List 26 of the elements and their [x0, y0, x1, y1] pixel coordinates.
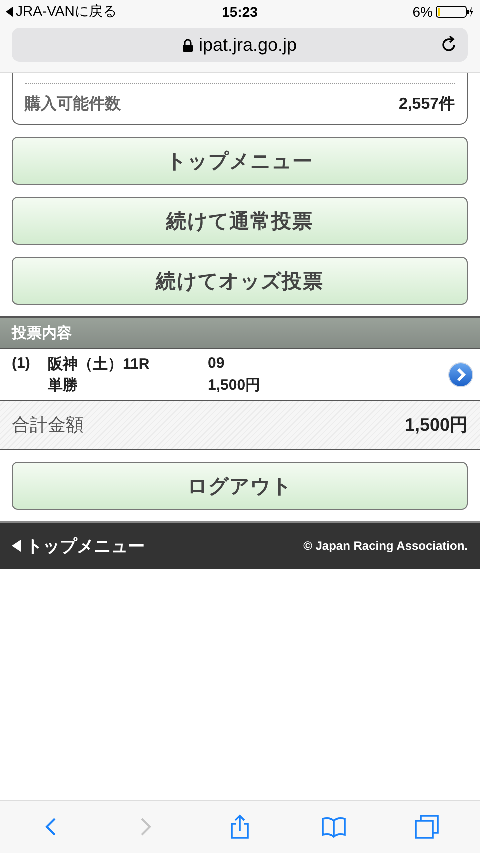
bet-amount: 1,500円: [208, 376, 262, 394]
back-triangle-icon: [6, 7, 14, 17]
battery-percent: 6%: [412, 4, 433, 20]
clock: 15:23: [222, 4, 258, 20]
lock-icon: [182, 38, 193, 52]
race-name: 阪神（土）11R: [48, 354, 151, 374]
section-header: 投票内容: [0, 316, 480, 348]
horse-number: 09: [208, 354, 226, 374]
menu-button[interactable]: 続けて通常投票: [12, 197, 468, 245]
reload-icon[interactable]: [440, 36, 458, 54]
back-triangle-icon: [12, 540, 21, 552]
bet-number: (1): [12, 354, 32, 374]
url-field[interactable]: ipat.jra.go.jp: [12, 28, 468, 62]
menu-button[interactable]: トップメニュー: [12, 137, 468, 185]
available-count-value: 2,557件: [398, 94, 455, 114]
back-to-app-link[interactable]: JRA-VANに戻る: [16, 3, 117, 21]
tabs-icon[interactable]: [414, 814, 440, 840]
total-label: 合計金額: [12, 414, 84, 437]
bet-type: 単勝: [48, 376, 79, 394]
available-count-label: 購入可能件数: [25, 94, 121, 114]
top-menu-link[interactable]: トップメニュー: [12, 534, 145, 558]
logout-button[interactable]: ログアウト: [12, 462, 468, 510]
battery-charging-icon: [436, 6, 474, 18]
menu-button[interactable]: 続けてオッズ投票: [12, 257, 468, 305]
copyright: © Japan Racing Association.: [304, 539, 468, 553]
total-amount: 1,500円: [404, 414, 468, 437]
